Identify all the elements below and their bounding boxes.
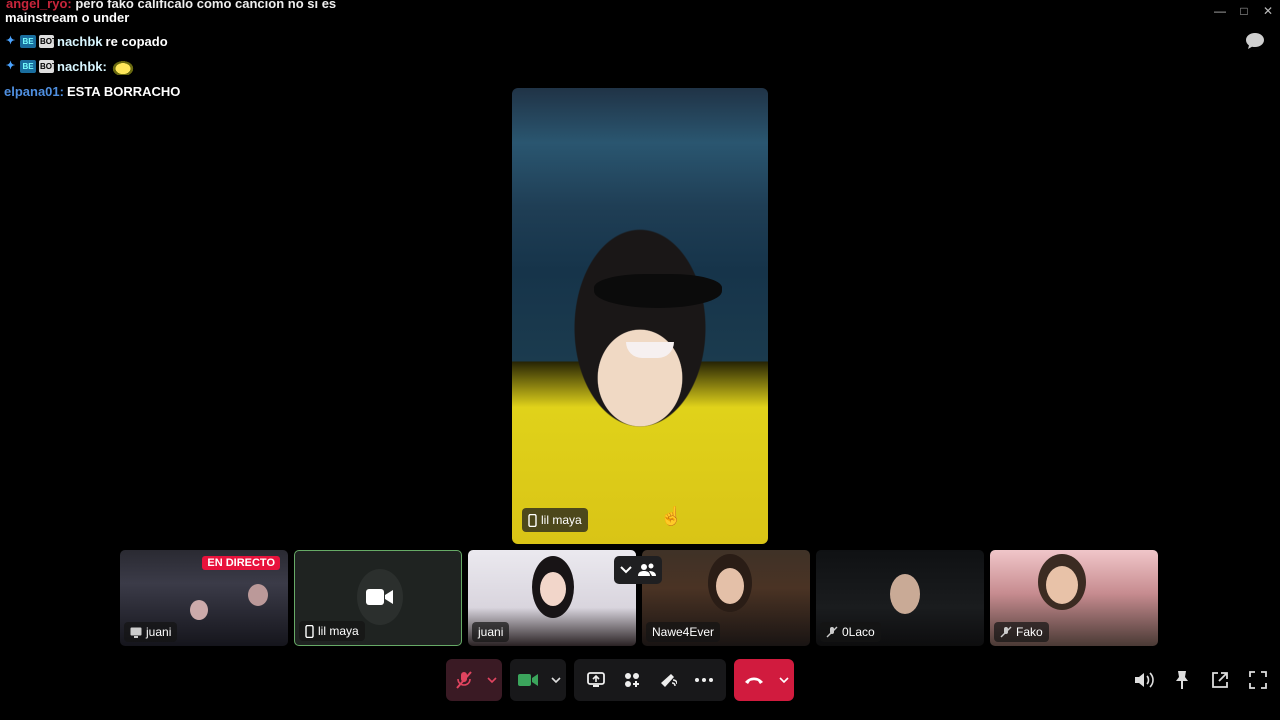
fullscreen-icon xyxy=(1249,671,1267,689)
tile-name: 0Laco xyxy=(842,625,875,639)
live-badge: EN DIRECTO xyxy=(202,556,280,570)
thumb-face xyxy=(716,568,744,604)
tile-name: juani xyxy=(146,625,172,639)
hang-up-button[interactable] xyxy=(734,659,774,701)
volume-icon xyxy=(1135,672,1154,688)
participant-tile[interactable]: Fako xyxy=(990,550,1158,646)
screen-share-button[interactable] xyxy=(578,659,614,701)
more-options-button[interactable] xyxy=(686,659,722,701)
mute-toggle-button[interactable] xyxy=(446,659,482,701)
video-subject-smile xyxy=(626,342,674,358)
thumb-face xyxy=(248,584,268,606)
mic-muted-icon xyxy=(1000,626,1012,638)
tile-name-tag: lil maya xyxy=(299,621,365,641)
emote-icon xyxy=(109,58,136,75)
chat-message: ✦ BE BOT nachbk re copado xyxy=(4,29,424,54)
tile-name-tag: Nawe4Ever xyxy=(646,622,721,642)
participants-popover-button[interactable] xyxy=(614,556,662,584)
mic-muted-icon xyxy=(456,671,472,689)
chat-wrapped-text: mainstream o under xyxy=(5,10,130,25)
chat-message: elpana01: ESTA BORRACHO xyxy=(4,79,424,104)
tools-control-group xyxy=(574,659,726,701)
chat-username: nachbk: xyxy=(57,59,107,74)
participant-tile[interactable]: juani xyxy=(468,550,636,646)
participant-tile-selected[interactable]: lil maya xyxy=(294,550,462,646)
be-badge-icon: BE xyxy=(20,60,36,73)
close-icon[interactable]: ✕ xyxy=(1256,0,1280,22)
chat-username: nachbk xyxy=(57,34,103,49)
camera-off-icon xyxy=(366,589,393,605)
chat-username: elpana01: xyxy=(4,84,64,99)
phone-icon xyxy=(528,513,537,527)
caret-down-icon xyxy=(551,677,561,683)
view-controls xyxy=(1132,664,1270,696)
caret-down-icon xyxy=(487,677,497,683)
activities-button[interactable] xyxy=(614,659,650,701)
tile-name-tag: 0Laco xyxy=(820,622,881,642)
be-badge-icon: BE xyxy=(20,35,36,48)
pin-badge-icon: ✦ xyxy=(5,35,16,47)
thumb-face xyxy=(190,600,208,620)
tile-name: juani xyxy=(478,625,504,639)
main-video-name-tag: lil maya xyxy=(522,508,588,532)
camera-icon xyxy=(518,674,538,686)
participant-tile[interactable]: Nawe4Ever xyxy=(642,550,810,646)
screen-share-icon xyxy=(587,672,605,687)
more-icon xyxy=(695,678,713,682)
caret-down-icon xyxy=(779,677,789,683)
fullscreen-button[interactable] xyxy=(1246,664,1270,696)
chat-message: ✦ BE BOT nachbk: xyxy=(4,54,424,79)
screen-share-icon xyxy=(130,627,142,638)
chat-text: ESTA BORRACHO xyxy=(66,84,181,99)
chat-bubble-icon[interactable] xyxy=(1244,31,1266,51)
volume-button[interactable] xyxy=(1132,664,1156,696)
tile-name-tag: juani xyxy=(124,622,178,642)
hang-up-group xyxy=(734,659,794,701)
soundboard-icon xyxy=(661,674,677,687)
video-subject-glasses xyxy=(594,274,722,308)
mic-muted-icon xyxy=(826,626,838,638)
tile-name: Fako xyxy=(1016,625,1043,639)
chevron-down-icon xyxy=(620,566,632,574)
soundboard-button[interactable] xyxy=(650,659,686,701)
window-controls: — □ ✕ xyxy=(1208,0,1280,22)
phone-icon xyxy=(305,624,314,638)
pin-button[interactable] xyxy=(1170,664,1194,696)
camera-toggle-button[interactable] xyxy=(510,659,546,701)
call-controls xyxy=(446,659,794,701)
tile-name: lil maya xyxy=(318,624,359,638)
tile-name: Nawe4Ever xyxy=(652,625,715,639)
bot-badge-icon: BOT xyxy=(39,60,57,73)
hang-up-options-button[interactable] xyxy=(774,659,794,701)
people-icon xyxy=(638,563,656,576)
minimize-icon[interactable]: — xyxy=(1208,0,1232,22)
activities-icon xyxy=(625,673,639,687)
tile-name-tag: juani xyxy=(472,622,510,642)
camera-options-button[interactable] xyxy=(546,659,566,701)
hand-cursor-icon: ☝ xyxy=(660,506,683,526)
chat-text: re copado xyxy=(105,34,168,49)
pin-icon xyxy=(1176,671,1188,689)
chat-overlay: angel_ryo: pero fako calificalo como can… xyxy=(4,0,424,104)
participant-tile[interactable]: EN DIRECTO juani xyxy=(120,550,288,646)
mic-control-group xyxy=(446,659,502,701)
main-video-feed[interactable]: lil maya xyxy=(512,88,768,544)
popout-button[interactable] xyxy=(1208,664,1232,696)
camera-control-group xyxy=(510,659,566,701)
main-video-name: lil maya xyxy=(541,513,582,527)
popout-icon xyxy=(1212,672,1228,688)
tile-name-tag: Fako xyxy=(994,622,1049,642)
thumb-face xyxy=(890,574,920,614)
participant-tile[interactable]: 0Laco xyxy=(816,550,984,646)
thumb-face xyxy=(1046,566,1078,604)
mic-options-button[interactable] xyxy=(482,659,502,701)
hang-up-icon xyxy=(745,677,763,684)
pin-badge-icon: ✦ xyxy=(5,60,16,72)
maximize-icon[interactable]: □ xyxy=(1232,0,1256,22)
bot-badge-icon: BOT xyxy=(39,35,57,48)
thumb-face xyxy=(540,572,566,606)
